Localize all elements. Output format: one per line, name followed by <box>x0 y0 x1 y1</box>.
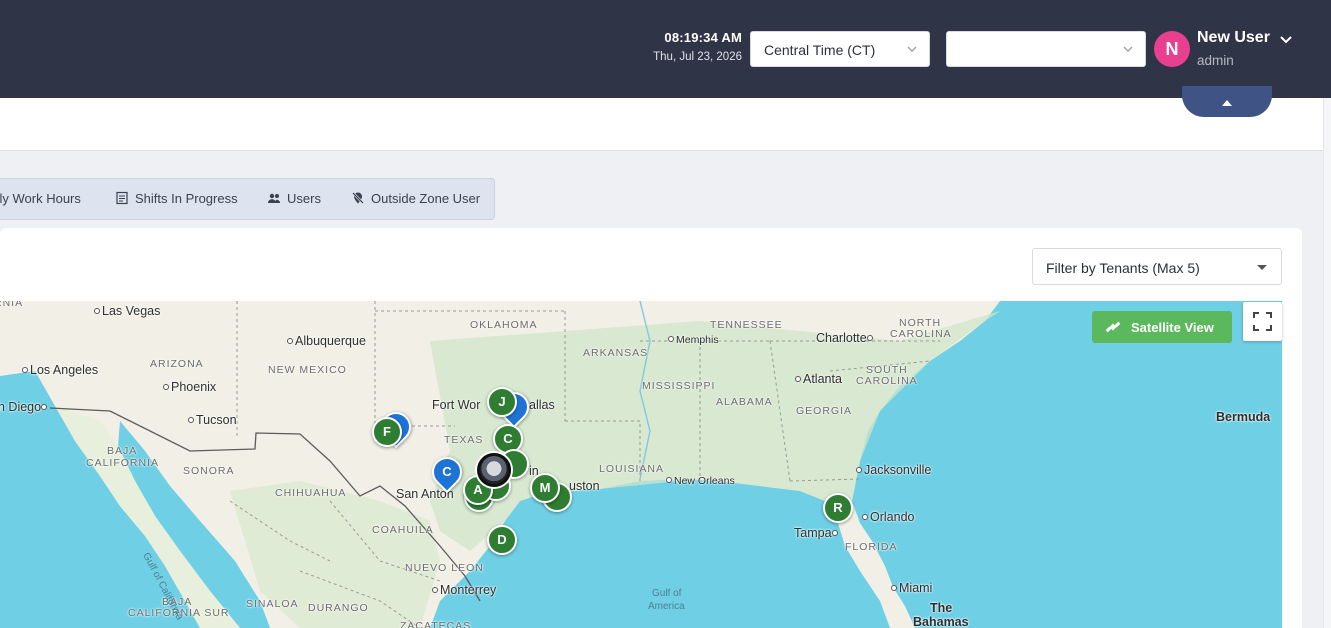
satellite-view-label: Satellite View <box>1131 320 1214 335</box>
tab-label: Outside Zone User <box>371 191 481 206</box>
current-time: 08:19:34 AM <box>664 30 742 45</box>
region-label: GEORGIA <box>796 405 853 417</box>
tab-users[interactable]: Users <box>267 191 321 206</box>
caret-up-icon <box>1222 100 1232 106</box>
city-label: New Orleans <box>666 475 735 487</box>
region-label: CAROLINA <box>890 328 952 340</box>
city-label: Jacksonville <box>856 463 931 477</box>
region-label: TENNESSEE <box>710 319 783 331</box>
tab-label: kly Work Hours <box>0 191 81 206</box>
region-label: NEW MEXICO <box>268 364 347 376</box>
city-label: Miami <box>891 581 932 595</box>
tab-weekly-work-hours[interactable]: kly Work Hours <box>0 191 81 206</box>
city-label: Fort Wor <box>432 398 481 412</box>
city-label: uston <box>569 479 600 493</box>
map-marker[interactable]: D <box>487 525 517 555</box>
region-label: NUEVO LEON <box>405 562 484 574</box>
scrollbar[interactable] <box>1323 98 1331 628</box>
top-header: 08:19:34 AM Thu, Jul 23, 2026 Central Ti… <box>0 0 1331 98</box>
region-label: ALABAMA <box>716 396 773 408</box>
region-label: CHIHUAHUA <box>275 487 347 499</box>
city-label: Orlando <box>862 510 914 524</box>
map-marker[interactable]: J <box>487 387 517 417</box>
tab-label: Users <box>287 191 321 206</box>
list-icon <box>116 191 128 205</box>
map-marker[interactable]: R <box>823 493 853 523</box>
tab-label: Shifts In Progress <box>135 191 238 206</box>
region-label: RNIA <box>0 301 24 309</box>
timezone-select[interactable]: Central Time (CT) <box>750 31 930 67</box>
city-label: allas <box>529 398 555 412</box>
city-label: Tucson <box>188 413 237 427</box>
region-label: ARIZONA <box>150 358 204 370</box>
chevron-down-icon[interactable] <box>1278 31 1294 47</box>
dashboard-tabs: kly Work Hours Shifts In Progress Users … <box>0 178 495 220</box>
region-label: DURANGO <box>308 602 369 614</box>
city-label: Monterrey <box>432 583 496 597</box>
region-label: ARKANSAS <box>583 347 649 359</box>
region-label: OKLAHOMA <box>470 319 538 331</box>
satellite-icon <box>1105 321 1121 333</box>
city-label: Bahamas <box>913 615 969 628</box>
fullscreen-button[interactable] <box>1243 302 1282 341</box>
region-label: FLORIDA <box>845 541 898 553</box>
users-icon <box>268 193 280 203</box>
sea-label: America <box>648 601 685 612</box>
chevron-down-icon <box>1123 46 1133 52</box>
caret-down-icon <box>1257 265 1267 270</box>
user-photo-marker[interactable] <box>477 453 511 487</box>
chevron-down-icon <box>907 46 917 52</box>
city-label: Atlanta <box>795 372 842 386</box>
region-label: CALIFORNIA <box>86 457 160 469</box>
city-label: The <box>930 601 953 615</box>
city-label: Albuquerque <box>287 334 366 348</box>
map-marker[interactable]: M <box>530 473 560 503</box>
satellite-view-button[interactable]: Satellite View <box>1092 311 1232 343</box>
tenant-select[interactable] <box>946 31 1146 67</box>
current-date: Thu, Jul 23, 2026 <box>653 51 742 63</box>
tab-shifts-in-progress[interactable]: Shifts In Progress <box>115 191 238 206</box>
city-label: Tampa <box>794 526 840 540</box>
avatar[interactable]: N <box>1154 31 1190 67</box>
city-label: Memphis <box>668 334 719 346</box>
city-label: Phoenix <box>163 380 216 394</box>
region-label: COAHUILA <box>372 524 434 536</box>
region-label: BAJA <box>107 445 138 457</box>
map-view[interactable]: RNIA ARIZONA NEW MEXICO OKLAHOMA TEXAS A… <box>0 301 1282 628</box>
region-label: SONORA <box>183 465 235 477</box>
page-subheader <box>0 98 1323 151</box>
tab-outside-zone-user[interactable]: Outside Zone User <box>351 191 480 206</box>
city-label: Bermuda <box>1216 410 1271 424</box>
clock: 08:19:34 AM Thu, Jul 23, 2026 <box>653 30 742 63</box>
user-name[interactable]: New User <box>1197 29 1270 47</box>
map-marker[interactable]: F <box>372 417 402 447</box>
region-label: ZACATECAS <box>400 620 472 628</box>
region-label: MISSISSIPPI <box>642 380 716 392</box>
collapse-button[interactable] <box>1182 86 1272 117</box>
city-label: Los Angeles <box>22 363 98 377</box>
city-label: Las Vegas <box>94 304 160 318</box>
region-label: CAROLINA <box>856 375 918 387</box>
timezone-value: Central Time (CT) <box>764 42 876 58</box>
location-off-icon <box>352 192 364 204</box>
fullscreen-icon <box>1253 312 1272 331</box>
user-role: admin <box>1197 53 1234 68</box>
pin-label: C <box>442 464 452 479</box>
tenant-filter-select[interactable]: Filter by Tenants (Max 5) <box>1032 248 1282 285</box>
sea-label: Gulf of <box>652 588 682 599</box>
tenant-filter-placeholder: Filter by Tenants (Max 5) <box>1046 260 1200 276</box>
region-label: TEXAS <box>444 434 484 446</box>
city-label: Charlotte <box>816 331 875 345</box>
city-label: n Diego <box>0 400 49 414</box>
region-label: LOUISIANA <box>599 463 665 475</box>
region-label: SINALOA <box>246 598 299 610</box>
